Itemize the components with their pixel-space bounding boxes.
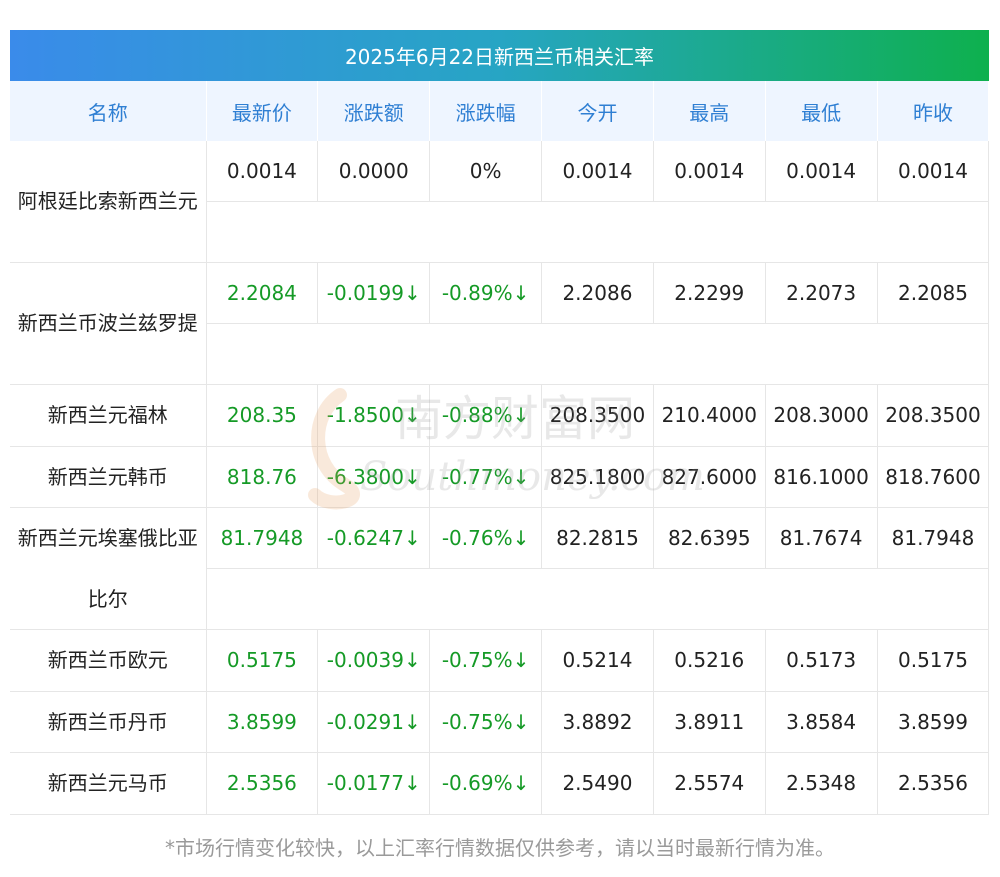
cell-change-pct: 0% (429, 141, 543, 202)
cell-latest: 2.2084 (206, 262, 319, 324)
currency-pair-name: 新西兰币波兰兹罗提 (10, 262, 207, 385)
table-row: 新西兰元马币 2.5356 -0.0177↓ -0.69%↓ 2.5490 2.5574 2… (10, 752, 990, 815)
cell-latest: 208.35 (206, 384, 319, 447)
cell-prev-close: 81.7948 (877, 507, 990, 569)
cell-prev-close: 208.3500 (877, 384, 990, 447)
cell-change-pct: -0.75%↓ (429, 691, 543, 753)
cell-latest: 81.7948 (206, 507, 319, 569)
cell-latest: 2.5356 (206, 752, 319, 815)
cell-prev-close: 2.5356 (877, 752, 990, 815)
cell-high: 2.5574 (653, 752, 766, 815)
cell-change: -6.3800↓ (317, 446, 431, 508)
currency-pair-name: 新西兰元埃塞俄比亚比尔 (10, 507, 207, 630)
rates-panel: 2025年6月22日新西兰币相关汇率 名称 最新价 涨跌额 涨跌幅 今开 最高 … (10, 30, 990, 815)
table-row: 新西兰币欧元 0.5175 -0.0039↓ -0.75%↓ 0.5214 0.5216 0… (10, 629, 990, 692)
cell-prev-close: 2.2085 (877, 262, 990, 324)
cell-open: 82.2815 (541, 507, 654, 569)
header-prev-close: 昨收 (877, 81, 990, 141)
header-name: 名称 (10, 81, 207, 141)
cell-high: 82.6395 (653, 507, 766, 569)
cell-open: 2.2086 (541, 262, 654, 324)
cell-high: 210.4000 (653, 384, 766, 447)
table-row: 新西兰元福林 208.35 -1.8500↓ -0.88%↓ 208.3500 210.4… (10, 384, 990, 447)
cell-latest: 0.5175 (206, 629, 319, 692)
header-change: 涨跌额 (317, 81, 431, 141)
footnote: *市场行情变化较快，以上汇率行情数据仅供参考，请以当时最新行情为准。 (165, 836, 835, 860)
cell-change-pct: -0.88%↓ (429, 384, 543, 447)
cell-change-pct: -0.77%↓ (429, 446, 543, 508)
cell-high: 827.6000 (653, 446, 766, 508)
table-row: 新西兰元埃塞俄比亚比尔 81.7948 -0.6247↓ -0.76%↓ 82.2815… (10, 507, 990, 630)
cell-high: 0.0014 (653, 141, 766, 202)
row-spacer (206, 323, 990, 385)
header-open: 今开 (541, 81, 654, 141)
cell-prev-close: 818.7600 (877, 446, 990, 508)
cell-prev-close: 3.8599 (877, 691, 990, 753)
cell-low: 816.1000 (765, 446, 878, 508)
header-high: 最高 (653, 81, 766, 141)
cell-latest: 818.76 (206, 446, 319, 508)
currency-pair-name: 新西兰元福林 (10, 384, 207, 447)
row-spacer (206, 568, 990, 630)
header-latest: 最新价 (206, 81, 319, 141)
cell-change-pct: -0.69%↓ (429, 752, 543, 815)
table-row: 新西兰币丹币 3.8599 -0.0291↓ -0.75%↓ 3.8892 3.8911 3… (10, 691, 990, 753)
rates-table: 名称 最新价 涨跌额 涨跌幅 今开 最高 最低 昨收 阿根廷比索新西兰元 0.00… (10, 81, 990, 815)
cell-low: 0.0014 (765, 141, 878, 202)
currency-pair-name: 新西兰币欧元 (10, 629, 207, 692)
cell-open: 0.5214 (541, 629, 654, 692)
currency-pair-name: 新西兰元韩币 (10, 446, 207, 508)
cell-prev-close: 0.5175 (877, 629, 990, 692)
table-title: 2025年6月22日新西兰币相关汇率 (10, 30, 989, 81)
cell-prev-close: 0.0014 (877, 141, 990, 202)
table-body: 阿根廷比索新西兰元 0.0014 0.0000 0% 0.0014 0.0014 0.001… (10, 141, 990, 815)
cell-high: 2.2299 (653, 262, 766, 324)
currency-pair-name: 新西兰元马币 (10, 752, 207, 815)
cell-change: -0.0177↓ (317, 752, 431, 815)
table-header-row: 名称 最新价 涨跌额 涨跌幅 今开 最高 最低 昨收 (10, 81, 990, 141)
cell-change: -0.0291↓ (317, 691, 431, 753)
cell-open: 0.0014 (541, 141, 654, 202)
header-change-pct: 涨跌幅 (429, 81, 543, 141)
cell-open: 825.1800 (541, 446, 654, 508)
currency-pair-name: 阿根廷比索新西兰元 (10, 141, 207, 263)
header-low: 最低 (765, 81, 878, 141)
cell-change-pct: -0.76%↓ (429, 507, 543, 569)
cell-high: 3.8911 (653, 691, 766, 753)
cell-change: -1.8500↓ (317, 384, 431, 447)
cell-low: 81.7674 (765, 507, 878, 569)
cell-change: -0.0199↓ (317, 262, 431, 324)
cell-change-pct: -0.89%↓ (429, 262, 543, 324)
cell-latest: 0.0014 (206, 141, 319, 202)
currency-pair-name: 新西兰币丹币 (10, 691, 207, 753)
table-row: 阿根廷比索新西兰元 0.0014 0.0000 0% 0.0014 0.0014 0.001… (10, 141, 990, 263)
cell-high: 0.5216 (653, 629, 766, 692)
cell-low: 3.8584 (765, 691, 878, 753)
cell-open: 208.3500 (541, 384, 654, 447)
cell-open: 3.8892 (541, 691, 654, 753)
cell-low: 208.3000 (765, 384, 878, 447)
table-row: 新西兰元韩币 818.76 -6.3800↓ -0.77%↓ 825.1800 827.6… (10, 446, 990, 508)
cell-low: 2.2073 (765, 262, 878, 324)
row-spacer (206, 201, 990, 263)
cell-change: 0.0000 (317, 141, 431, 202)
cell-change: -0.0039↓ (317, 629, 431, 692)
cell-change: -0.6247↓ (317, 507, 431, 569)
cell-open: 2.5490 (541, 752, 654, 815)
cell-low: 0.5173 (765, 629, 878, 692)
cell-change-pct: -0.75%↓ (429, 629, 543, 692)
table-row: 新西兰币波兰兹罗提 2.2084 -0.0199↓ -0.89%↓ 2.2086 2.22… (10, 262, 990, 385)
cell-latest: 3.8599 (206, 691, 319, 753)
cell-low: 2.5348 (765, 752, 878, 815)
